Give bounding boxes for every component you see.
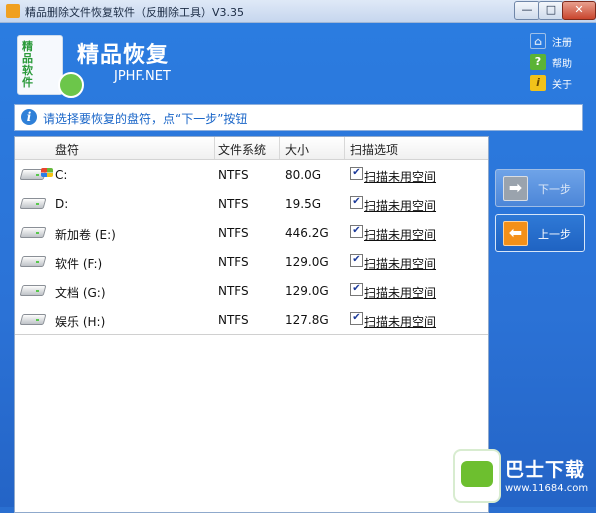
- cart-icon: ⌂: [530, 33, 546, 49]
- hard-drive-icon: [19, 254, 47, 268]
- scan-unused-checkbox[interactable]: ✔: [350, 254, 363, 267]
- scan-unused-checkbox[interactable]: ✔: [350, 225, 363, 238]
- scan-unused-label[interactable]: 扫描未用空间: [364, 226, 436, 243]
- watermark-url: www.11684.com: [505, 483, 589, 494]
- drive-size: 446.2G: [285, 226, 329, 240]
- drive-size: 80.0G: [285, 168, 322, 182]
- scan-unused-checkbox[interactable]: ✔: [350, 196, 363, 209]
- scan-unused-label[interactable]: 扫描未用空间: [364, 255, 436, 272]
- drive-size: 19.5G: [285, 197, 322, 211]
- file-system: NTFS: [218, 226, 249, 240]
- scan-unused-checkbox[interactable]: ✔: [350, 312, 363, 325]
- arrow-right-icon: ➡: [503, 176, 528, 201]
- previous-step-label: 上一步: [538, 228, 571, 241]
- scan-unused-label[interactable]: 扫描未用空间: [364, 284, 436, 301]
- next-step-button[interactable]: ➡ 下一步: [495, 169, 585, 207]
- instruction-bar: i 请选择要恢复的盘符，点“下一步”按钮: [14, 104, 583, 131]
- drive-size: 127.8G: [285, 313, 329, 327]
- table-header: 盘符 文件系统 大小 扫描选项: [15, 137, 488, 160]
- column-header-filesystem[interactable]: 文件系统: [218, 141, 266, 158]
- previous-step-button[interactable]: ⬅ 上一步: [495, 214, 585, 252]
- drive-name: 软件 (F:): [55, 257, 103, 271]
- app-logo: 精品软件: [17, 35, 84, 98]
- drive-name: 娱乐 (H:): [55, 315, 106, 329]
- app-client-area: 精品软件 精品恢复 JPHF.NET ⌂ 注册 ? 帮助 i 关于 i 请选择要…: [0, 23, 596, 513]
- scan-unused-label[interactable]: 扫描未用空间: [364, 313, 436, 330]
- app-title: 精品恢复: [77, 43, 170, 68]
- instruction-text: 请选择要恢复的盘符，点“下一步”按钮: [43, 112, 248, 126]
- window-title: 精品删除文件恢复软件（反删除工具）V3.35: [25, 6, 245, 19]
- drive-table: 盘符 文件系统 大小 扫描选项 C: NTFS 80.0G ✔ 扫描未用空间 D…: [14, 136, 489, 513]
- column-header-size[interactable]: 大小: [285, 141, 309, 158]
- about-icon: i: [530, 75, 546, 91]
- watermark-title: 巴士下载: [505, 459, 586, 481]
- hard-drive-icon: [19, 225, 47, 239]
- logo-arrow-icon: [58, 72, 84, 98]
- file-system: NTFS: [218, 255, 249, 269]
- about-label: 关于: [552, 80, 572, 91]
- table-row[interactable]: D: NTFS 19.5G ✔ 扫描未用空间: [15, 189, 488, 219]
- register-label: 注册: [552, 38, 572, 49]
- title-bar: 精品删除文件恢复软件（反删除工具）V3.35 — □ ✕: [0, 0, 596, 23]
- help-label: 帮助: [552, 59, 572, 70]
- info-icon: i: [21, 109, 37, 125]
- table-row[interactable]: C: NTFS 80.0G ✔ 扫描未用空间: [15, 160, 488, 190]
- table-row[interactable]: 软件 (F:) NTFS 129.0G ✔ 扫描未用空间: [15, 247, 488, 277]
- table-row[interactable]: 新加卷 (E:) NTFS 446.2G ✔ 扫描未用空间: [15, 218, 488, 248]
- file-system: NTFS: [218, 313, 249, 327]
- column-header-scan-option[interactable]: 扫描选项: [350, 141, 398, 158]
- drive-name: D:: [55, 197, 69, 211]
- logo-text: 精品软件: [22, 40, 33, 89]
- scan-unused-checkbox[interactable]: ✔: [350, 283, 363, 296]
- drive-name: 文档 (G:): [55, 286, 106, 300]
- help-icon: ?: [530, 54, 546, 70]
- arrow-left-icon: ⬅: [503, 221, 528, 246]
- app-url: JPHF.NET: [114, 69, 171, 84]
- table-row[interactable]: 文档 (G:) NTFS 129.0G ✔ 扫描未用空间: [15, 276, 488, 306]
- hard-drive-icon: [19, 196, 47, 210]
- file-system: NTFS: [218, 197, 249, 211]
- file-system: NTFS: [218, 168, 249, 182]
- column-header-drive[interactable]: 盘符: [55, 141, 79, 158]
- minimize-button[interactable]: —: [514, 1, 540, 20]
- drive-size: 129.0G: [285, 284, 329, 298]
- drive-size: 129.0G: [285, 255, 329, 269]
- column-divider[interactable]: [279, 137, 280, 159]
- file-system: NTFS: [218, 284, 249, 298]
- scan-unused-checkbox[interactable]: ✔: [350, 167, 363, 180]
- table-row[interactable]: 娱乐 (H:) NTFS 127.8G ✔ 扫描未用空间: [15, 305, 488, 335]
- watermark: 巴士下载 www.11684.com: [445, 443, 595, 505]
- watermark-logo-icon: [453, 449, 501, 503]
- maximize-button[interactable]: □: [538, 1, 564, 20]
- column-divider[interactable]: [344, 137, 345, 159]
- drive-name: C:: [55, 168, 68, 182]
- system-drive-icon: [19, 167, 53, 181]
- close-button[interactable]: ✕: [562, 1, 596, 20]
- scan-unused-label[interactable]: 扫描未用空间: [364, 197, 436, 214]
- hard-drive-icon: [19, 283, 47, 297]
- scan-unused-label[interactable]: 扫描未用空间: [364, 168, 436, 185]
- next-step-label: 下一步: [538, 183, 571, 196]
- hard-drive-icon: [19, 312, 47, 326]
- drive-name: 新加卷 (E:): [55, 228, 116, 242]
- column-divider[interactable]: [214, 137, 215, 159]
- app-icon: [6, 4, 20, 18]
